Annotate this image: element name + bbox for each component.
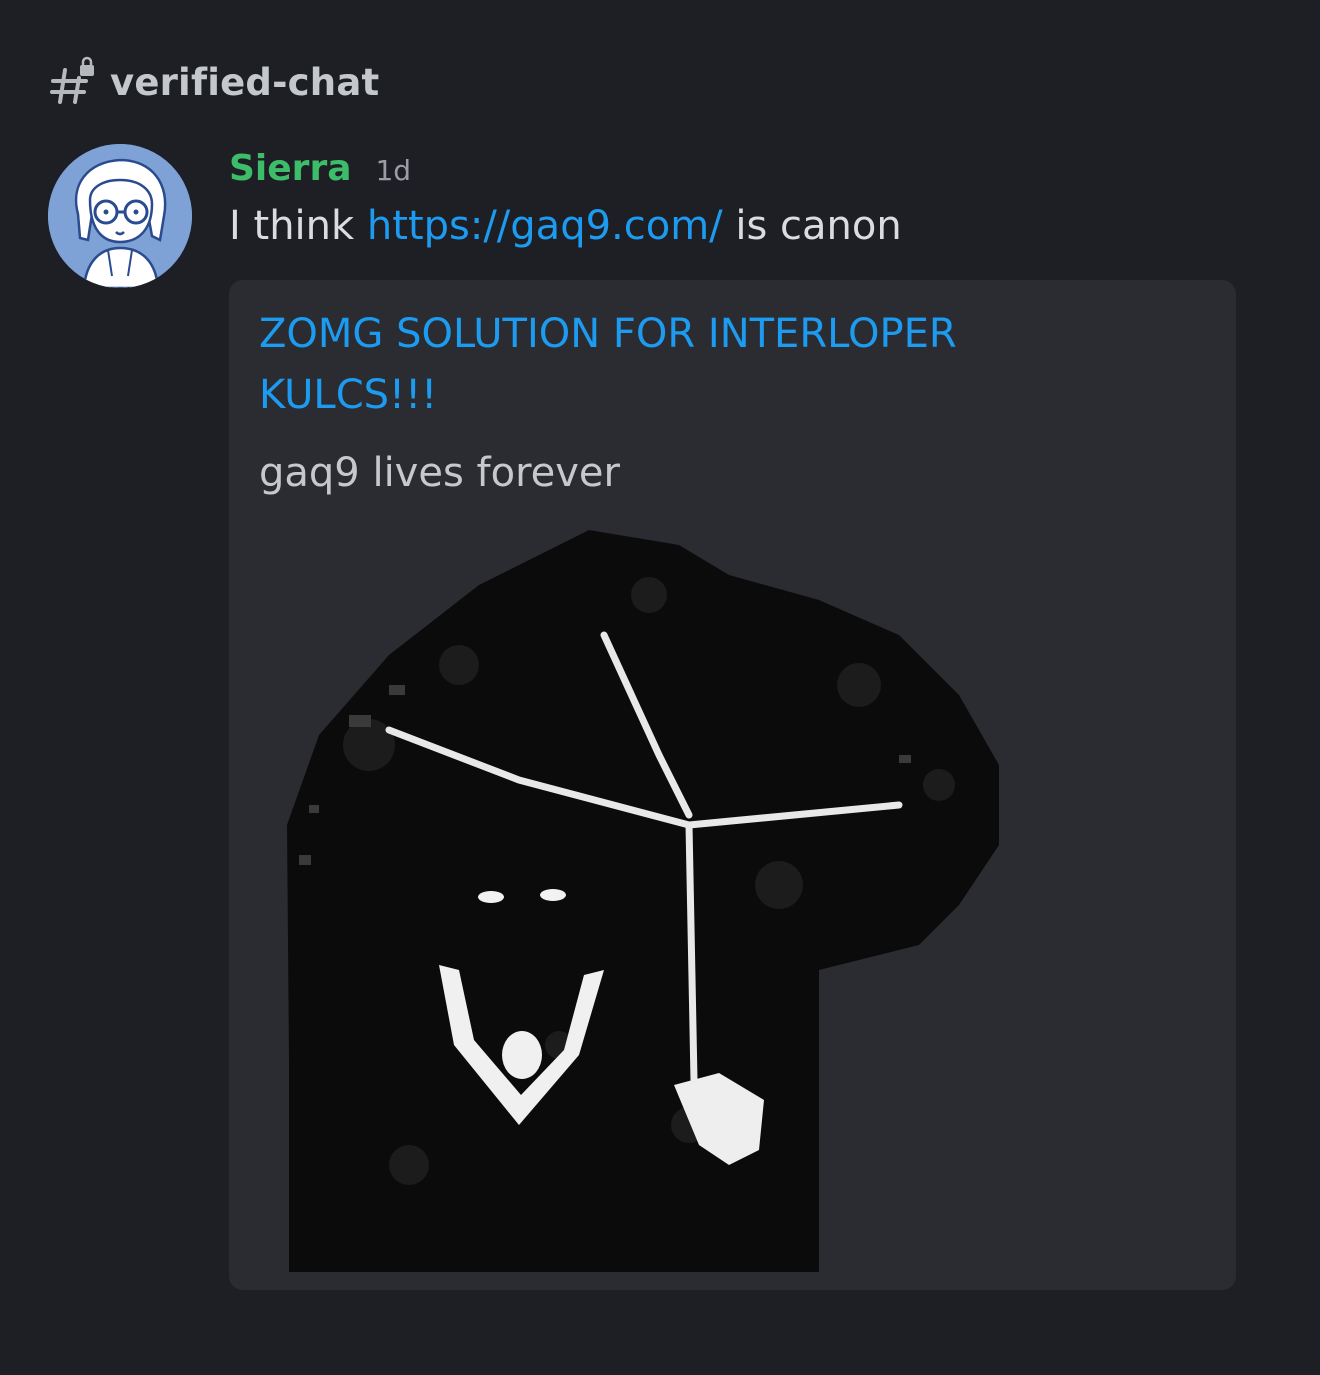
- avatar[interactable]: [48, 144, 192, 288]
- channel-name[interactable]: verified-chat: [110, 61, 379, 104]
- embed-description: gaq9 lives forever: [259, 450, 620, 496]
- channel-header: verified-chat: [50, 56, 379, 108]
- embed-title[interactable]: ZOMG SOLUTION FOR INTERLOPER KULCS!!!: [259, 304, 1059, 426]
- timestamp[interactable]: 1d: [375, 154, 411, 187]
- dark-creature-image: [287, 530, 999, 1272]
- message-header: Sierra 1d: [229, 148, 411, 189]
- username[interactable]: Sierra: [229, 148, 351, 189]
- message-text-after: is canon: [735, 203, 902, 249]
- user-avatar-icon: [48, 144, 192, 288]
- link-embed: ZOMG SOLUTION FOR INTERLOPER KULCS!!! ga…: [229, 280, 1236, 1290]
- message-text: I think https://gaq9.com/ is canon: [229, 203, 902, 249]
- message-text-before: I think: [229, 203, 355, 249]
- message-link[interactable]: https://gaq9.com/: [367, 203, 723, 249]
- embed-image[interactable]: [259, 525, 999, 1272]
- hashtag-lock-icon: [50, 56, 94, 104]
